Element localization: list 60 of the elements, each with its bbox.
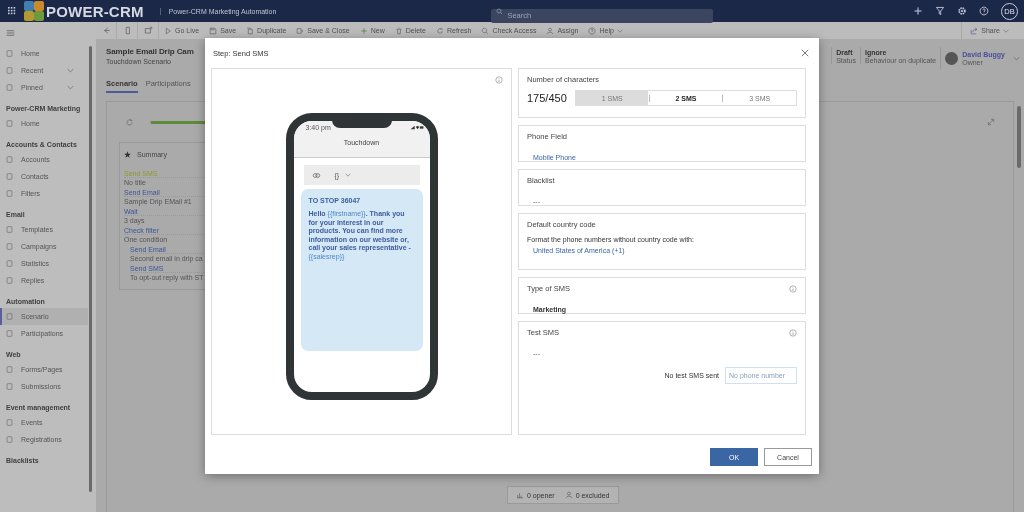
trash-icon bbox=[394, 26, 403, 35]
app-launcher-icon[interactable] bbox=[8, 7, 16, 15]
share-icon bbox=[970, 26, 979, 35]
page-icon bbox=[6, 84, 13, 91]
page-icon bbox=[6, 67, 13, 74]
plus-icon[interactable] bbox=[913, 6, 923, 16]
page-icon bbox=[6, 277, 13, 284]
person-icon bbox=[564, 491, 573, 499]
page-icon bbox=[6, 419, 13, 426]
filter-icon[interactable] bbox=[935, 6, 945, 16]
page-icon bbox=[6, 156, 13, 163]
help-icon bbox=[588, 26, 597, 35]
chart-icon bbox=[516, 491, 524, 499]
chevron-icon[interactable] bbox=[1013, 55, 1020, 61]
page-icon bbox=[6, 313, 13, 320]
page-icon bbox=[6, 383, 13, 390]
phone-notch bbox=[331, 121, 392, 128]
page-icon bbox=[6, 50, 13, 57]
close-icon[interactable] bbox=[801, 49, 809, 57]
chevron-icon[interactable] bbox=[67, 68, 74, 73]
play-icon bbox=[164, 26, 172, 35]
caret-icon bbox=[616, 28, 623, 33]
avatar-placeholder bbox=[945, 51, 959, 65]
caret-icon bbox=[345, 173, 352, 177]
page-icon bbox=[6, 330, 13, 337]
page-icon bbox=[6, 366, 13, 373]
caret-icon bbox=[1003, 28, 1009, 33]
character-count: 175/450 bbox=[527, 92, 567, 104]
refresh-icon bbox=[435, 26, 444, 35]
scrollbar[interactable] bbox=[1017, 106, 1021, 168]
page-icon bbox=[6, 436, 13, 443]
plus-icon bbox=[359, 26, 368, 35]
settings-icon[interactable] bbox=[957, 6, 967, 16]
star-icon bbox=[124, 151, 131, 158]
page-icon bbox=[6, 226, 13, 233]
page-icon bbox=[6, 190, 13, 197]
signal-icon bbox=[409, 125, 424, 130]
help-icon[interactable] bbox=[979, 6, 989, 16]
save-icon bbox=[209, 26, 218, 35]
chevron-icon[interactable] bbox=[67, 85, 74, 90]
copy-icon bbox=[246, 26, 255, 35]
logo-text: POWER-CRM bbox=[46, 2, 144, 20]
person-icon bbox=[546, 26, 555, 35]
info-icon[interactable] bbox=[789, 284, 797, 293]
save-close-icon bbox=[296, 26, 305, 35]
info-icon[interactable] bbox=[495, 76, 503, 84]
page-icon bbox=[6, 120, 13, 127]
search-icon bbox=[496, 7, 504, 15]
expand-icon[interactable] bbox=[987, 118, 995, 126]
link-icon[interactable] bbox=[311, 171, 321, 179]
page-icon bbox=[6, 260, 13, 267]
scrollbar[interactable] bbox=[89, 46, 92, 492]
search-icon bbox=[481, 26, 490, 35]
page-icon bbox=[6, 173, 13, 180]
page-icon bbox=[6, 243, 13, 250]
info-icon[interactable] bbox=[789, 328, 797, 337]
refresh-icon[interactable] bbox=[125, 117, 134, 127]
menu-icon[interactable] bbox=[6, 29, 15, 37]
logo-icon bbox=[24, 1, 44, 21]
record-title: Sample Email Drip Cam bbox=[106, 47, 194, 56]
